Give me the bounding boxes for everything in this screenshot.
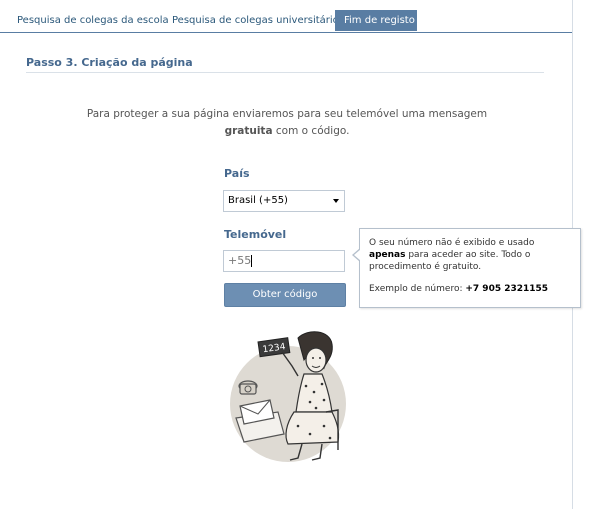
phone-info-tooltip: O seu número não é exibido e usado apena… <box>352 228 581 308</box>
dropdown-arrow-icon <box>333 199 339 203</box>
tab-bar: Pesquisa de colegas da escola Pesquisa d… <box>0 0 572 33</box>
woman-with-phone-illustration: 1234 <box>230 331 346 462</box>
step-title: Passo 3. Criação da página <box>26 56 193 69</box>
tab-school-search[interactable]: Pesquisa de colegas da escola <box>9 10 177 31</box>
divider <box>26 72 544 73</box>
country-select[interactable]: Brasil (+55) <box>223 190 345 212</box>
text-caret <box>251 255 253 267</box>
get-code-button[interactable]: Obter código <box>224 283 346 307</box>
country-label: País <box>224 167 250 180</box>
tooltip-text-start: O seu número não é exibido e usado <box>369 238 535 248</box>
tooltip-text-bold: apenas <box>369 250 406 260</box>
intro-text: Para proteger a sua página enviaremos pa… <box>60 106 514 140</box>
intro-text-bold: gratuita <box>224 125 273 137</box>
tooltip-example: Exemplo de número: +7 905 2321155 <box>369 283 571 295</box>
phone-input-value: +55 <box>228 254 252 267</box>
tooltip-privacy-text: O seu número não é exibido e usado apena… <box>369 237 571 273</box>
tab-university-search[interactable]: Pesquisa de colegas universitários <box>164 10 352 31</box>
intro-text-end: com o código. <box>275 125 350 137</box>
tooltip-example-number: +7 905 2321155 <box>465 284 549 294</box>
phone-input[interactable]: +55 <box>223 250 345 272</box>
country-select-value: Brasil (+55) <box>228 195 288 206</box>
intro-text-main: Para proteger a sua página enviaremos pa… <box>86 108 488 120</box>
phone-label: Telemóvel <box>224 228 287 241</box>
tooltip-example-label: Exemplo de número: <box>369 284 463 294</box>
tab-finish-registration[interactable]: Fim de registo <box>335 10 417 31</box>
